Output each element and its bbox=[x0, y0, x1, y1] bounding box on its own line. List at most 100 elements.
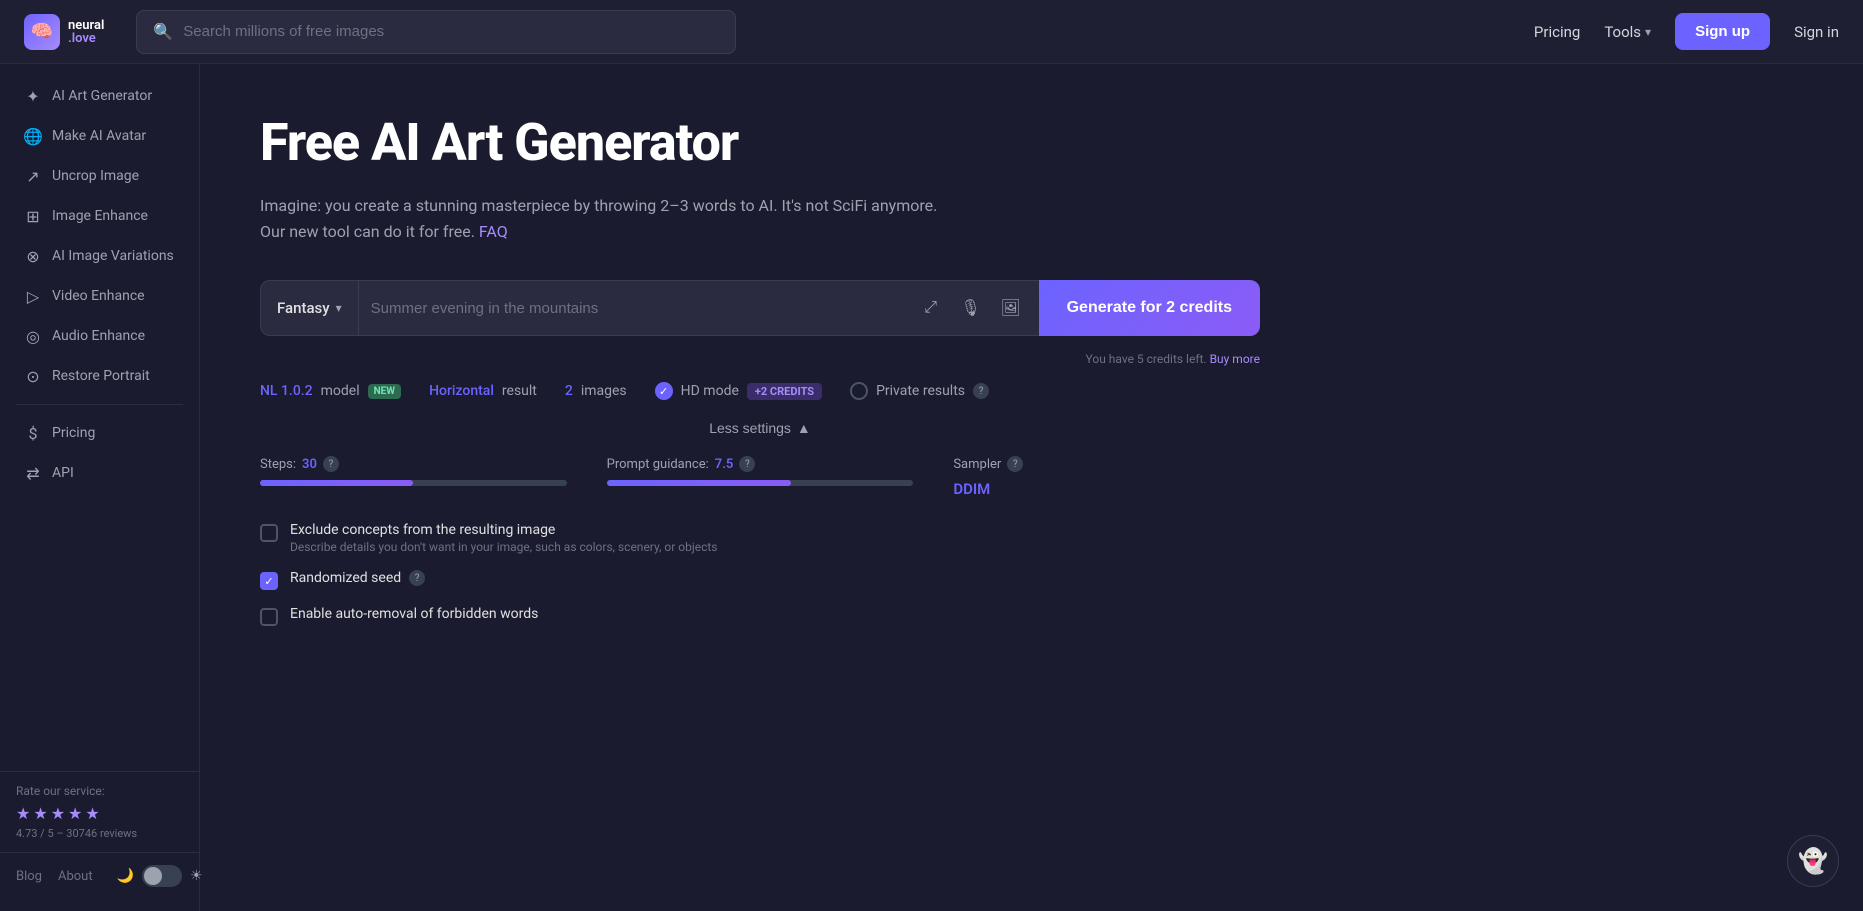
private-help-icon[interactable]: ? bbox=[973, 383, 989, 399]
steps-help-icon[interactable]: ? bbox=[323, 456, 339, 472]
sidebar-item-make-ai-avatar[interactable]: 🌐 Make AI Avatar bbox=[8, 117, 191, 155]
search-icon: 🔍 bbox=[153, 22, 173, 41]
steps-slider-fill bbox=[260, 480, 413, 486]
sidebar-item-ai-art-generator[interactable]: ✦ AI Art Generator bbox=[8, 77, 191, 115]
seed-label: Randomized seed bbox=[290, 570, 401, 586]
hd-label: HD mode bbox=[681, 383, 739, 399]
sidebar: ✦ AI Art Generator 🌐 Make AI Avatar ↗ Un… bbox=[0, 64, 200, 911]
sidebar-item-pricing[interactable]: $ Pricing bbox=[8, 414, 191, 452]
chatbot-button[interactable]: 👻 bbox=[1787, 835, 1839, 887]
images-link[interactable]: 2 bbox=[565, 383, 573, 399]
generate-button[interactable]: Generate for 2 credits bbox=[1039, 280, 1260, 336]
sidebar-item-audio-enhance[interactable]: ◎ Audio Enhance bbox=[8, 317, 191, 355]
stars[interactable]: ★ ★ ★ ★ ★ bbox=[16, 804, 183, 823]
exclude-concepts-text: Exclude concepts from the resulting imag… bbox=[290, 522, 717, 554]
guidance-slider[interactable] bbox=[607, 480, 914, 486]
star-4[interactable]: ★ bbox=[68, 804, 82, 823]
sidebar-item-restore-portrait[interactable]: ⊙ Restore Portrait bbox=[8, 357, 191, 395]
page-title: Free AI Art Generator bbox=[260, 112, 1260, 173]
about-link[interactable]: About bbox=[58, 869, 93, 884]
steps-label: Steps: 30 ? bbox=[260, 456, 567, 472]
arrow-up-right-icon: ↗ bbox=[24, 167, 42, 185]
seed-checkbox[interactable]: ✓ bbox=[260, 572, 278, 590]
grid-icon: ⊞ bbox=[24, 207, 42, 225]
sidebar-separator bbox=[16, 404, 183, 405]
steps-slider[interactable] bbox=[260, 480, 567, 486]
signup-button[interactable]: Sign up bbox=[1675, 13, 1770, 50]
sidebar-item-ai-image-variations[interactable]: ⊗ AI Image Variations bbox=[8, 237, 191, 275]
result-setting: Horizontal result bbox=[429, 383, 537, 399]
logo[interactable]: 🧠 neural .love bbox=[24, 14, 104, 50]
exclude-sublabel: Describe details you don't want in your … bbox=[290, 540, 717, 554]
settings-row: NL 1.0.2 model NEW Horizontal result 2 i… bbox=[260, 382, 1260, 400]
sampler-label: Sampler ? bbox=[953, 456, 1260, 472]
search-input[interactable] bbox=[183, 23, 719, 40]
seed-help-icon[interactable]: ? bbox=[409, 570, 425, 586]
result-label: result bbox=[502, 383, 537, 399]
sidebar-item-image-enhance[interactable]: ⊞ Image Enhance bbox=[8, 197, 191, 235]
hd-setting: HD mode +2 CREDITS bbox=[655, 382, 822, 400]
style-selector[interactable]: Fantasy ▾ bbox=[260, 280, 358, 336]
toggle-track[interactable] bbox=[142, 865, 182, 887]
guidance-slider-fill bbox=[607, 480, 791, 486]
expand-icon-btn[interactable]: ⤢ bbox=[915, 292, 947, 324]
style-label: Fantasy bbox=[277, 299, 330, 317]
star-3[interactable]: ★ bbox=[51, 804, 65, 823]
guidance-help-icon[interactable]: ? bbox=[739, 456, 755, 472]
settings-grid: Steps: 30 ? Prompt guidance: 7.5 bbox=[260, 456, 1260, 498]
sidebar-item-api[interactable]: ⇄ API bbox=[8, 454, 191, 492]
star-5[interactable]: ★ bbox=[85, 804, 99, 823]
model-link[interactable]: NL 1.0.2 bbox=[260, 383, 313, 399]
portrait-icon: ⊙ bbox=[24, 367, 42, 385]
prompt-icons: ⤢ 🎙 🖼 bbox=[915, 292, 1027, 324]
auto-removal-text: Enable auto-removal of forbidden words bbox=[290, 606, 538, 622]
blog-link[interactable]: Blog bbox=[16, 869, 42, 884]
header-right: Pricing Tools ▾ Sign up Sign in bbox=[1534, 13, 1839, 50]
private-checkbox[interactable] bbox=[850, 382, 868, 400]
star-1[interactable]: ★ bbox=[16, 804, 30, 823]
prompt-input[interactable] bbox=[371, 300, 907, 317]
sampler-help-icon[interactable]: ? bbox=[1007, 456, 1023, 472]
sidebar-item-video-enhance[interactable]: ▷ Video Enhance bbox=[8, 277, 191, 315]
dollar-icon: $ bbox=[24, 424, 42, 442]
generator-panel: Free AI Art Generator Imagine: you creat… bbox=[260, 112, 1260, 626]
private-label: Private results bbox=[876, 383, 965, 399]
images-label: images bbox=[581, 383, 627, 399]
sampler-value: DDIM bbox=[953, 480, 1260, 498]
image-upload-icon-btn[interactable]: 🖼 bbox=[995, 292, 1027, 324]
exclude-label: Exclude concepts from the resulting imag… bbox=[290, 522, 717, 538]
star-2[interactable]: ★ bbox=[33, 804, 47, 823]
variations-icon: ⊗ bbox=[24, 247, 42, 265]
theme-toggle[interactable]: 🌙 ☀ bbox=[117, 865, 203, 887]
autoremoval-checkbox[interactable] bbox=[260, 608, 278, 626]
hd-checkbox[interactable] bbox=[655, 382, 673, 400]
model-label: model bbox=[321, 383, 360, 399]
rating-section: Rate our service: ★ ★ ★ ★ ★ 4.73 / 5 – 3… bbox=[0, 771, 199, 852]
logo-text: neural .love bbox=[68, 19, 104, 45]
less-settings-button[interactable]: Less settings ▲ bbox=[709, 420, 811, 436]
new-badge: NEW bbox=[368, 384, 401, 399]
faq-link[interactable]: FAQ bbox=[479, 222, 508, 241]
microphone-icon-btn[interactable]: 🎙 bbox=[955, 292, 987, 324]
search-bar[interactable]: 🔍 bbox=[136, 10, 736, 54]
play-icon: ▷ bbox=[24, 287, 42, 305]
pricing-link[interactable]: Pricing bbox=[1534, 23, 1580, 41]
chevron-up-icon: ▲ bbox=[797, 420, 811, 436]
prompt-input-wrap: ⤢ 🎙 🖼 bbox=[358, 280, 1039, 336]
model-setting: NL 1.0.2 model NEW bbox=[260, 383, 401, 399]
layout: ✦ AI Art Generator 🌐 Make AI Avatar ↗ Un… bbox=[0, 64, 1863, 911]
buy-more-link[interactable]: Buy more bbox=[1210, 352, 1260, 366]
sidebar-item-uncrop-image[interactable]: ↗ Uncrop Image bbox=[8, 157, 191, 195]
seed-text: Randomized seed ? bbox=[290, 570, 425, 586]
auto-removal-row: Enable auto-removal of forbidden words bbox=[260, 606, 1260, 626]
logo-icon: 🧠 bbox=[24, 14, 60, 50]
exclude-checkbox[interactable] bbox=[260, 524, 278, 542]
tools-button[interactable]: Tools ▾ bbox=[1604, 23, 1651, 41]
signin-link[interactable]: Sign in bbox=[1794, 23, 1839, 41]
result-link[interactable]: Horizontal bbox=[429, 383, 494, 399]
advanced-settings: Steps: 30 ? Prompt guidance: 7.5 bbox=[260, 456, 1260, 626]
credits-badge: +2 CREDITS bbox=[747, 383, 822, 400]
api-icon: ⇄ bbox=[24, 464, 42, 482]
guidance-setting: Prompt guidance: 7.5 ? bbox=[607, 456, 914, 486]
header: 🧠 neural .love 🔍 Pricing Tools ▾ Sign up… bbox=[0, 0, 1863, 64]
